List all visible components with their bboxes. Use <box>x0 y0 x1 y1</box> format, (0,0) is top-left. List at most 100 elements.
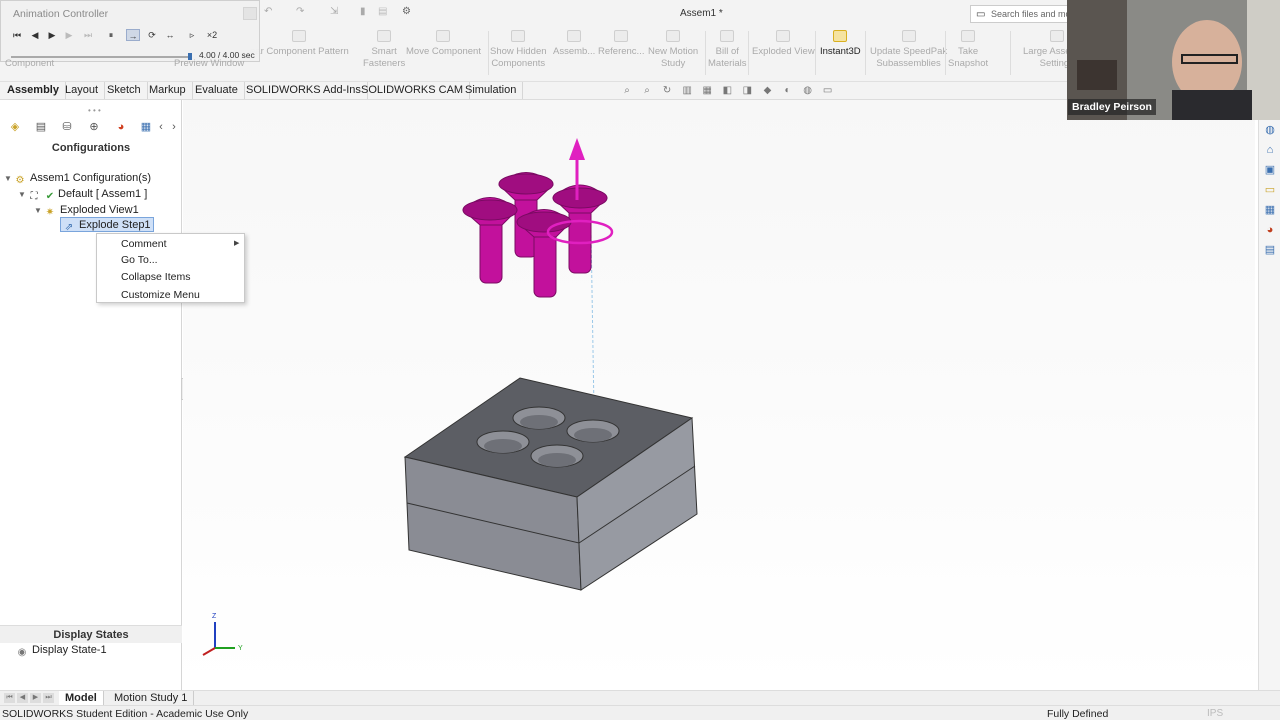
menu-item-go-to[interactable]: Go To... <box>121 254 158 266</box>
ribbon-separator <box>1010 31 1011 75</box>
ribbon-button-8[interactable]: Exploded View <box>752 30 815 58</box>
menu-item-comment[interactable]: Comment <box>121 238 167 250</box>
close-icon[interactable] <box>243 7 257 20</box>
view-palette-icon[interactable]: ▦ <box>1264 204 1276 216</box>
home-icon[interactable]: ⌂ <box>1264 144 1276 156</box>
property-manager-icon[interactable]: ▤ <box>32 119 50 135</box>
ribbon-button-6[interactable]: New Motion Study <box>648 30 698 70</box>
ribbon-button-7[interactable]: Bill of Materials <box>708 30 747 70</box>
slow-play-icon[interactable]: ▹ <box>185 29 199 41</box>
reciprocate-icon[interactable]: ↔ <box>163 29 177 41</box>
tree-default-config[interactable]: ▼ ⛶ ✔ Default [ Assem1 ] <box>18 187 147 202</box>
display-state-item[interactable]: ◉ Display State-1 <box>16 643 107 658</box>
model-view[interactable]: Z Y <box>183 100 1255 690</box>
select-icon[interactable]: ⇲ <box>330 7 340 17</box>
tree-root[interactable]: ▼ ⚙ Assem1 Configuration(s) <box>4 171 151 186</box>
edit-appearance-icon[interactable]: ◐ <box>781 85 795 97</box>
pause-icon[interactable]: ⏸ <box>104 29 118 41</box>
view-orientation-icon[interactable]: ◧ <box>720 85 734 97</box>
dynamic-annotation-icon[interactable]: ▦ <box>700 85 714 97</box>
graphics-area[interactable]: Z Y <box>183 100 1255 690</box>
search-input[interactable]: ▭ Search files and mo <box>970 5 1070 23</box>
expand-icon[interactable]: ▼ <box>4 171 14 186</box>
rewind-start-icon[interactable]: ⏮ <box>10 29 24 41</box>
ribbon-button-0[interactable]: ear Component Pattern <box>250 30 349 58</box>
solidworks-resources-icon[interactable]: ◍ <box>1264 124 1276 136</box>
ribbon-button-4[interactable]: Assemb... <box>553 30 595 58</box>
loop-icon[interactable]: ⟳ <box>145 29 159 41</box>
menu-item-customize-menu[interactable]: Customize Menu <box>121 289 200 301</box>
hide-show-icon[interactable]: ◆ <box>760 85 774 97</box>
tab-sketch[interactable]: Sketch <box>101 82 148 99</box>
panel-grip[interactable]: • • • <box>88 106 101 115</box>
tab-add-ins[interactable]: SOLIDWORKS Add-Ins <box>240 82 368 99</box>
tab-model[interactable]: Model <box>59 691 104 706</box>
custom-properties-icon[interactable]: ▤ <box>1264 244 1276 256</box>
prev-tab-icon[interactable]: ◀ <box>17 693 28 703</box>
configurations-header: Configurations <box>51 142 131 154</box>
menu-item-collapse-items[interactable]: Collapse Items <box>121 271 190 283</box>
zoom-area-icon[interactable]: ⌕ <box>640 85 654 97</box>
forward-end-icon[interactable]: ⏭ <box>81 29 95 41</box>
appearances-icon[interactable]: ◕ <box>1264 224 1276 236</box>
dimxpert-icon[interactable]: ⊕ <box>85 119 103 135</box>
configuration-manager-icon[interactable]: ⛁ <box>58 119 76 135</box>
webcam-feed: Bradley Peirson <box>1067 0 1280 120</box>
tree-explode-step[interactable]: ⇗ Explode Step1 <box>60 217 154 233</box>
step-forward-icon[interactable]: ▶ <box>62 29 76 41</box>
next-tab-icon[interactable]: ▶ <box>30 693 41 703</box>
first-tab-icon[interactable]: ⏮ <box>4 693 15 703</box>
ribbon-button-2[interactable]: Move Component <box>406 30 481 58</box>
svg-text:Y: Y <box>238 645 243 652</box>
status-units[interactable]: IPS <box>1207 708 1223 719</box>
ribbon-button-label: Snapshot <box>948 58 989 69</box>
display-manager-icon[interactable]: ◕ <box>112 119 130 135</box>
step-back-icon[interactable]: ◀ <box>28 29 42 41</box>
tab-assembly[interactable]: Assembly <box>1 82 66 99</box>
display-style-icon[interactable]: ◨ <box>740 85 754 97</box>
view-settings-icon[interactable]: ▭ <box>821 85 835 97</box>
tab-cam[interactable]: SOLIDWORKS CAM <box>355 82 471 99</box>
tab-layout[interactable]: Layout <box>59 82 106 99</box>
tab-markup[interactable]: Markup <box>143 82 193 99</box>
zoom-to-fit-icon[interactable]: ⌕ <box>620 85 634 97</box>
file-explorer-icon[interactable]: ▭ <box>1264 184 1276 196</box>
ribbon-button-1[interactable]: Smart Fasteners <box>363 30 405 70</box>
gear-icon[interactable]: ⚙ <box>402 7 412 17</box>
fast-play-icon[interactable]: ×2 <box>205 29 219 41</box>
design-library-icon[interactable]: ▣ <box>1264 164 1276 176</box>
normal-playback-icon[interactable]: → <box>126 29 140 41</box>
ribbon-button-10[interactable]: Update SpeedPak Subassemblies <box>870 30 947 70</box>
undo-icon[interactable]: ↶ <box>264 7 274 17</box>
ribbon-button-label: ear Component Pattern <box>250 46 349 57</box>
webcam-name-label: Bradley Peirson <box>1068 99 1156 115</box>
svg-text:Z: Z <box>212 613 217 620</box>
redo-icon[interactable]: ↷ <box>296 7 306 17</box>
tab-simulation[interactable]: Simulation <box>459 82 524 99</box>
tree-exploded-view[interactable]: ▼ ✷ Exploded View1 <box>34 203 139 218</box>
expand-icon[interactable]: ▼ <box>18 187 28 202</box>
apply-scene-icon[interactable]: ◍ <box>801 85 815 97</box>
rebuild-icon[interactable]: ▮ <box>360 7 370 17</box>
previous-view-icon[interactable]: ↻ <box>660 85 674 97</box>
snapshot-icon <box>961 30 976 42</box>
assembly-icon: ⚙ <box>15 175 25 186</box>
expand-icon[interactable]: ▼ <box>34 203 44 218</box>
ribbon-button-9[interactable]: Instant3D <box>820 30 861 58</box>
ribbon-button-3[interactable]: Show Hidden Components <box>490 30 547 70</box>
file-properties-icon[interactable]: ▤ <box>378 7 388 17</box>
ribbon-button-11[interactable]: Take Snapshot <box>948 30 988 70</box>
tab-evaluate[interactable]: Evaluate <box>189 82 245 99</box>
animation-controller[interactable]: Animation Controller ⏮ ◀ ▶ ▶ ⏭ ⏸ → ⟳ ↔ ▹… <box>0 0 260 62</box>
last-tab-icon[interactable]: ⏭ <box>43 693 54 703</box>
ribbon-button-label: Assemb... <box>553 46 596 57</box>
fastener-icon <box>377 30 392 42</box>
ribbon-button-5[interactable]: Referenc... <box>598 30 644 58</box>
play-icon[interactable]: ▶ <box>45 29 59 41</box>
feature-tree-icon[interactable]: ◈ <box>6 119 24 135</box>
tab-scroll-right-icon[interactable]: › <box>165 119 183 135</box>
section-view-icon[interactable]: ▥ <box>680 85 694 97</box>
feature-manager-panel: • • • ◈ ▤ ⛁ ⊕ ◕ ▦ ‹ › Configurations ▼ ⚙ A… <box>0 100 182 690</box>
tab-motion-study-1[interactable]: Motion Study 1 <box>108 691 195 706</box>
exploded-view-icon: ✷ <box>45 207 55 218</box>
